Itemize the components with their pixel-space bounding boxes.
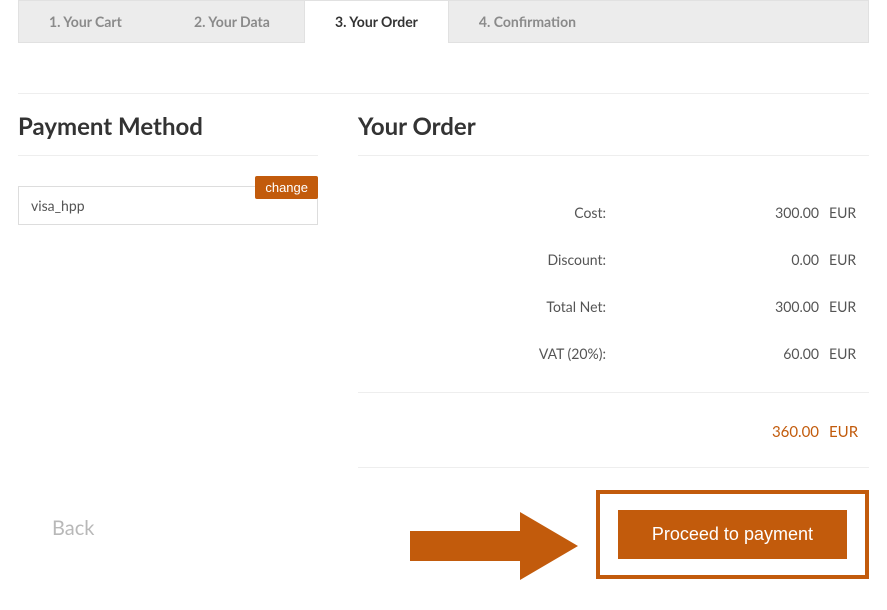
line-currency: EUR (829, 345, 869, 362)
total-currency: EUR (829, 423, 869, 441)
tab-confirmation[interactable]: 4. Confirmation (449, 1, 609, 42)
line-vat: VAT (20%): 60.00 EUR (358, 345, 869, 362)
line-label: Discount: (358, 251, 618, 268)
line-label: VAT (20%): (358, 345, 618, 362)
line-total-net: Total Net: 300.00 EUR (358, 298, 869, 315)
tab-your-data[interactable]: 2. Your Data (164, 1, 304, 42)
line-value: 0.00 (618, 251, 829, 268)
change-payment-button[interactable]: change (255, 176, 318, 199)
line-currency: EUR (829, 298, 869, 315)
line-value: 60.00 (618, 345, 829, 362)
total-value: 360.00 (358, 423, 829, 441)
payment-method-heading: Payment Method (18, 112, 318, 141)
line-currency: EUR (829, 251, 869, 268)
line-label: Cost: (358, 204, 618, 221)
line-currency: EUR (829, 204, 869, 221)
line-discount: Discount: 0.00 EUR (358, 251, 869, 268)
tab-your-order[interactable]: 3. Your Order (304, 0, 449, 43)
proceed-to-payment-button[interactable]: Proceed to payment (618, 510, 847, 559)
line-value: 300.00 (618, 298, 829, 315)
divider (358, 155, 869, 156)
divider (358, 467, 869, 468)
proceed-highlight-box: Proceed to payment (596, 490, 869, 579)
your-order-heading: Your Order (358, 112, 869, 141)
divider (18, 155, 318, 156)
line-label: Total Net: (358, 298, 618, 315)
tab-your-cart[interactable]: 1. Your Cart (19, 1, 164, 42)
back-link[interactable]: Back (52, 516, 94, 540)
checkout-tabs: 1. Your Cart 2. Your Data 3. Your Order … (18, 0, 869, 43)
divider (358, 392, 869, 393)
arrow-icon (400, 506, 580, 586)
order-summary: Cost: 300.00 EUR Discount: 0.00 EUR Tota… (358, 204, 869, 362)
line-cost: Cost: 300.00 EUR (358, 204, 869, 221)
line-value: 300.00 (618, 204, 829, 221)
order-total: 360.00 EUR (358, 423, 869, 441)
